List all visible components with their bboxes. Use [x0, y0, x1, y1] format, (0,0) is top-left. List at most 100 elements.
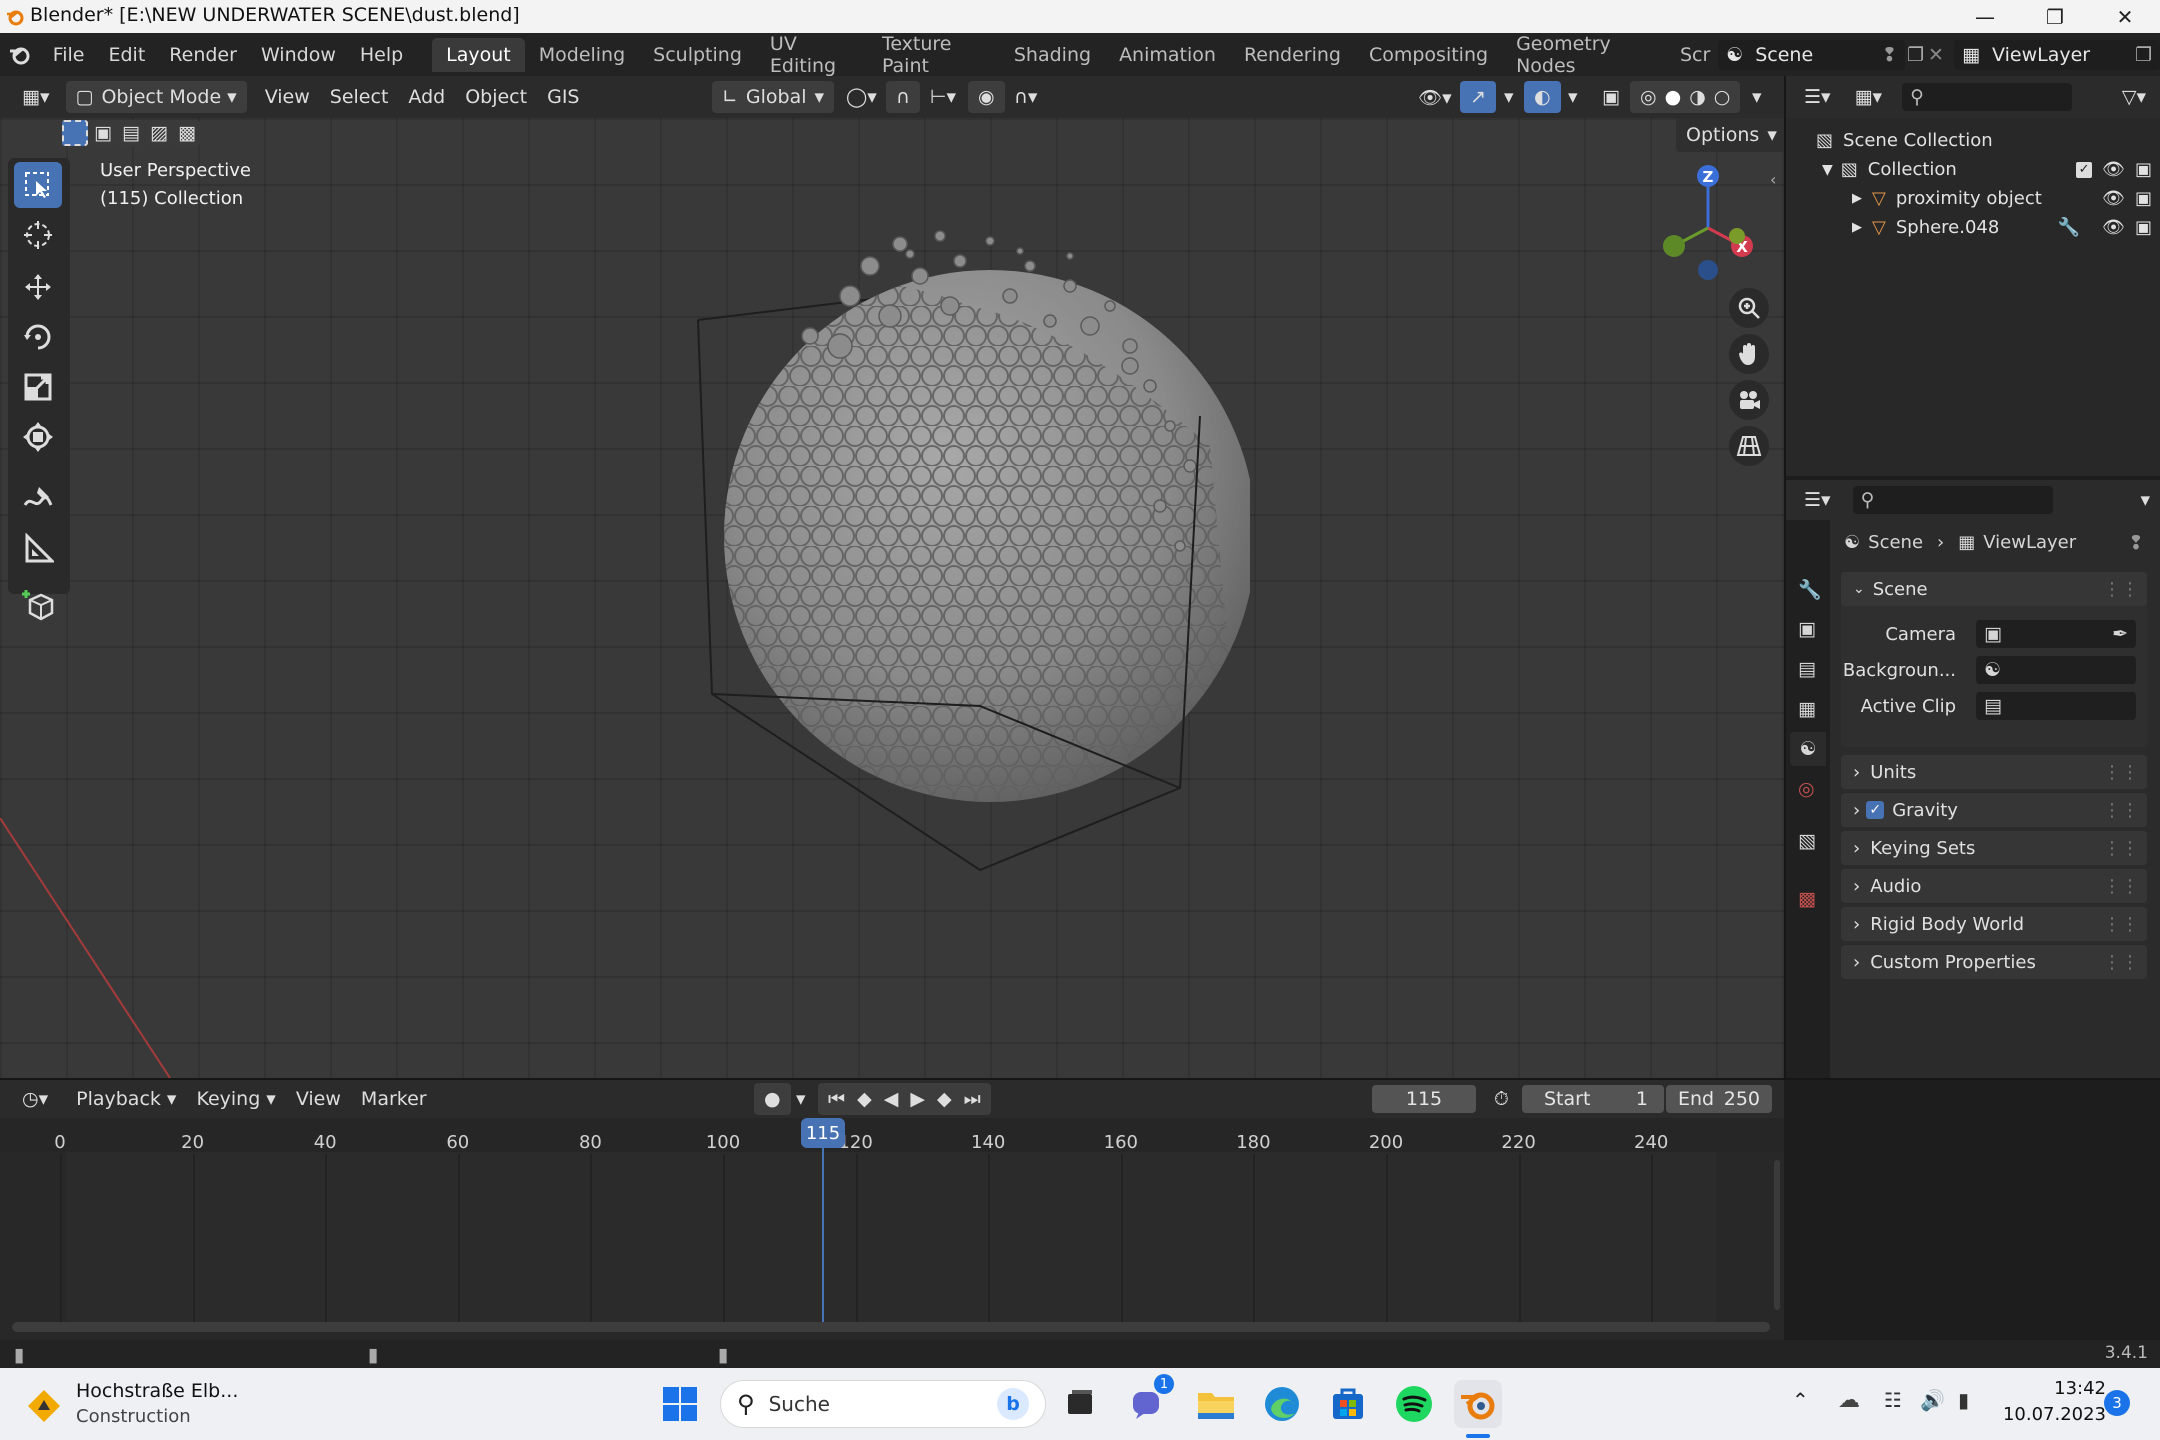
outliner-object-sphere[interactable]: ▶ ▽ Sphere.048 🔧 👁 ▣ [1852, 213, 2152, 242]
eye-icon[interactable]: 👁 [2102, 217, 2125, 238]
xray-icon[interactable]: ▣ [1592, 81, 1630, 113]
prev-keyframe-icon[interactable]: ◆ [857, 1088, 872, 1110]
menu-view[interactable]: View [255, 81, 320, 113]
wireframe-shading-icon[interactable]: ◎ [1640, 86, 1657, 108]
menu-add[interactable]: Add [398, 81, 455, 113]
next-keyframe-icon[interactable]: ◆ [937, 1088, 952, 1110]
render-camera-icon[interactable]: ▣ [2135, 217, 2152, 238]
pivot-icon[interactable]: ◯▾ [836, 81, 887, 113]
blender-menu-icon[interactable] [0, 43, 41, 67]
keying-sets-panel[interactable]: › Keying Sets ⋮⋮ [1841, 831, 2147, 865]
annotate-tool[interactable] [14, 476, 62, 522]
windows-start-icon[interactable] [656, 1380, 704, 1428]
camera-field[interactable]: ▣ ✒ [1976, 620, 2136, 648]
scene-panel-header[interactable]: ⌄ Scene ⋮⋮ [1841, 572, 2147, 606]
collection-checkbox[interactable]: ✓ [2076, 161, 2093, 178]
network-icon[interactable]: ☷ [1884, 1388, 1902, 1412]
select-box-tool[interactable] [14, 162, 62, 208]
playhead-line[interactable] [822, 1146, 824, 1328]
menu-select[interactable]: Select [320, 81, 399, 113]
bing-icon[interactable]: b [997, 1388, 1029, 1420]
new-scene-icon[interactable]: ❐ [1905, 44, 1925, 66]
proportional-edit-icon[interactable]: ◉ [968, 81, 1005, 113]
delete-scene-icon[interactable]: ✕ [1926, 44, 1946, 66]
menu-gis[interactable]: GIS [537, 81, 589, 113]
solid-shading-icon[interactable]: ● [1665, 86, 1682, 108]
minimize-button[interactable]: — [1950, 0, 2020, 33]
wrench-icon[interactable]: 🔧 [2058, 217, 2080, 238]
clock-date[interactable]: 10.07.2023 [2002, 1404, 2106, 1425]
drag-handle-icon[interactable]: ⋮⋮ [2103, 579, 2139, 600]
jump-end-icon[interactable]: ⏭ [964, 1088, 981, 1110]
menu-window[interactable]: Window [249, 33, 348, 76]
tab-shading[interactable]: Shading [1000, 38, 1105, 72]
stopwatch-icon[interactable]: ⏱ [1484, 1083, 1519, 1115]
3d-viewport[interactable]: ▣ ▤ ▨ ▩ User Perspective (115) Collectio… [0, 118, 1784, 1078]
properties-options-icon[interactable]: ▾ [2130, 484, 2160, 516]
select-intersect-icon[interactable]: ▩ [174, 120, 200, 146]
drag-handle-icon[interactable]: ⋮⋮ [2103, 762, 2139, 783]
audio-panel[interactable]: › Audio ⋮⋮ [1841, 869, 2147, 903]
tab-layout[interactable]: Layout [432, 37, 525, 72]
tab-animation[interactable]: Animation [1105, 38, 1230, 72]
battery-icon[interactable]: ▮ [1958, 1388, 1969, 1412]
options-dropdown[interactable]: Options ▾ [1676, 118, 1784, 152]
move-tool[interactable] [14, 264, 62, 310]
filter-icon[interactable]: ▽▾ [2112, 81, 2156, 113]
menu-edit[interactable]: Edit [96, 33, 157, 76]
weather-title[interactable]: Hochstraße Elb... [76, 1380, 238, 1402]
rendered-shading-icon[interactable]: ○ [1714, 86, 1731, 108]
rigid-body-world-panel[interactable]: › Rigid Body World ⋮⋮ [1841, 907, 2147, 941]
select-subtract-icon[interactable]: ▤ [118, 120, 144, 146]
cursor-tool[interactable] [14, 212, 62, 258]
drag-handle-icon[interactable]: ⋮⋮ [2103, 800, 2139, 821]
measure-tool[interactable] [14, 526, 62, 572]
menu-keying[interactable]: Keying ▾ [186, 1083, 285, 1115]
render-camera-icon[interactable]: ▣ [2135, 188, 2152, 209]
start-frame-field[interactable]: Start 1 [1522, 1085, 1664, 1113]
outliner-editor-type-icon[interactable]: ☰▾ [1794, 81, 1841, 113]
onedrive-icon[interactable]: ☁ [1838, 1388, 1860, 1413]
display-mode-icon[interactable]: ▦▾ [1845, 81, 1893, 113]
menu-render[interactable]: Render [157, 33, 249, 76]
tool-tab-icon[interactable]: 🔧 [1798, 578, 1822, 601]
tab-texture-paint[interactable]: Texture Paint [868, 33, 1000, 77]
chat-icon[interactable]: 1 [1124, 1374, 1174, 1428]
mode-selector[interactable]: ▢ Object Mode ▾ [65, 81, 247, 113]
tab-sculpting[interactable]: Sculpting [639, 38, 756, 72]
tab-uv-editing[interactable]: UV Editing [756, 33, 868, 77]
select-difference-icon[interactable]: ▨ [146, 120, 172, 146]
close-button[interactable]: ✕ [2090, 0, 2160, 33]
timeline-scrollbar[interactable] [12, 1322, 1770, 1332]
snap-icon[interactable]: ∩ [886, 81, 920, 113]
sidebar-toggle-icon[interactable]: ‹ [1770, 170, 1776, 189]
pan-hand-icon[interactable] [1729, 334, 1769, 374]
world-tab-icon[interactable]: ◎ [1798, 778, 1815, 800]
texture-tab-icon[interactable]: ▩ [1798, 888, 1816, 910]
menu-marker[interactable]: Marker [351, 1083, 437, 1115]
custom-properties-panel[interactable]: › Custom Properties ⋮⋮ [1841, 945, 2147, 979]
task-view-icon[interactable] [1056, 1380, 1104, 1428]
camera-view-icon[interactable] [1729, 380, 1769, 420]
render-camera-icon[interactable]: ▣ [2135, 159, 2152, 180]
current-frame-field[interactable]: 115 [1372, 1085, 1476, 1113]
gizmo-dropdown-icon[interactable]: ▾ [1494, 81, 1524, 113]
expand-arrow-icon[interactable]: ▶ [1852, 220, 1862, 235]
drag-handle-icon[interactable]: ⋮⋮ [2103, 914, 2139, 935]
menu-playback[interactable]: Playback ▾ [66, 1083, 186, 1115]
drag-handle-icon[interactable]: ⋮⋮ [2103, 952, 2139, 973]
taskbar-search-box[interactable]: ⚲ Suche b [720, 1380, 1046, 1428]
outliner-object-proximity[interactable]: ▶ ▽ proximity object 👁 ▣ [1852, 184, 2152, 213]
falloff-icon[interactable]: ∩▾ [1004, 81, 1047, 113]
overlay-toggle-icon[interactable]: ◐ [1524, 81, 1561, 113]
scene-tab-icon[interactable]: ☯ [1790, 732, 1826, 766]
shading-dropdown-icon[interactable]: ▾ [1742, 81, 1772, 113]
play-icon[interactable]: ▶ [910, 1088, 925, 1110]
overlay-dropdown-icon[interactable]: ▾ [1558, 81, 1588, 113]
tray-overflow-icon[interactable]: ⌃ [1792, 1388, 1809, 1412]
file-explorer-icon[interactable] [1192, 1380, 1240, 1428]
tab-compositing[interactable]: Compositing [1355, 38, 1502, 72]
eye-icon[interactable]: 👁 [2102, 188, 2125, 209]
end-frame-field[interactable]: End 250 [1666, 1085, 1772, 1113]
keying-dropdown-icon[interactable]: ▾ [786, 1083, 816, 1115]
